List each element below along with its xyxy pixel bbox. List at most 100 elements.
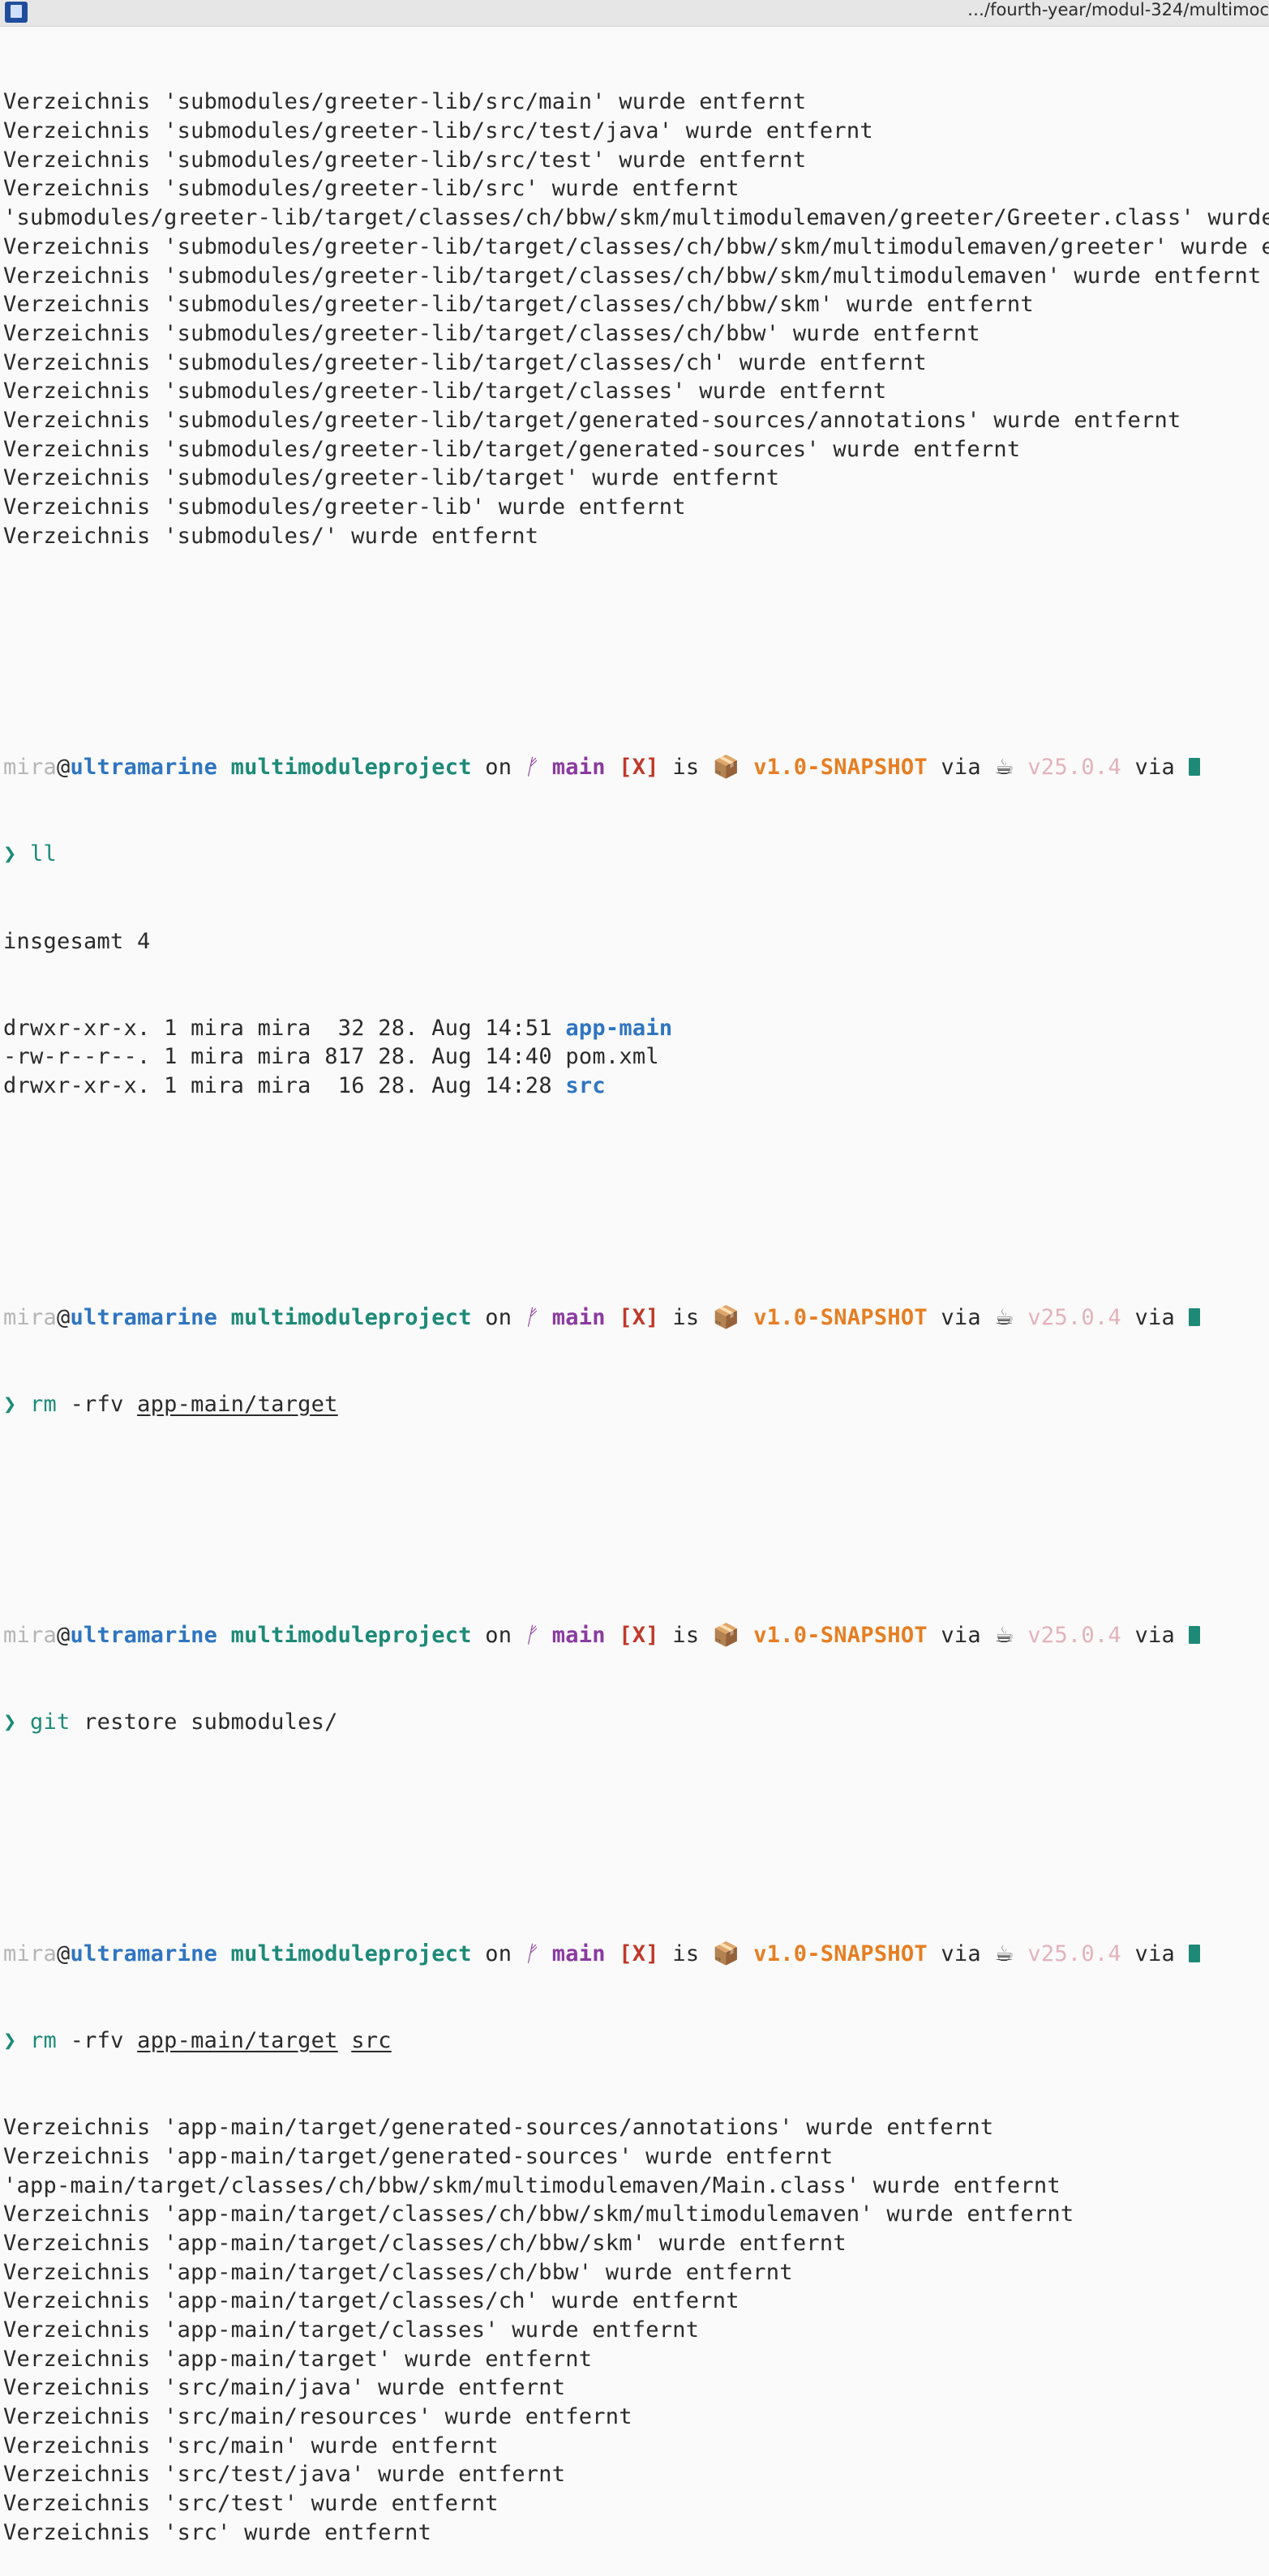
file-links: 1 [164, 1044, 178, 1070]
prompt-at: @ [57, 1304, 71, 1330]
file-group: mira [257, 1044, 311, 1070]
output-line: Verzeichnis 'submodules/greeter-lib/src/… [3, 147, 807, 173]
prompt-line: mira@ultramarine multimoduleproject on ᚠ… [3, 1621, 1269, 1650]
prompt-on: on [485, 1623, 512, 1649]
command-line: ❯ rm -rfv app-main/target src [3, 2026, 1269, 2056]
file-links: 1 [164, 1015, 178, 1041]
command-line: ❯ git restore submodules/ [3, 1708, 1269, 1737]
package-icon: 📦 [712, 1941, 740, 1966]
prompt-on: on [485, 1304, 512, 1330]
output-block-removed-submodules: Verzeichnis 'submodules/greeter-lib/src/… [3, 88, 1269, 550]
command-flags: -rfv [70, 1391, 124, 1417]
file-owner: mira [191, 1015, 245, 1041]
prompt-directory: multimoduleproject [230, 1941, 472, 1966]
prompt-arrow-icon: ❯ [3, 2028, 17, 2054]
prompt-git-status: [X] [619, 1623, 659, 1649]
output-line: Verzeichnis 'submodules/greeter-lib/src/… [3, 118, 873, 144]
prompt-line: mira@ultramarine multimoduleproject on ᚠ… [3, 1940, 1269, 1969]
file-date: 28. Aug 14:51 [378, 1015, 552, 1041]
command-path-arg: src [351, 2028, 392, 2054]
prompt-host: ultramarine [70, 1304, 218, 1330]
prompt-via: via [941, 755, 981, 781]
output-line: Verzeichnis 'src/main/java' wurde entfer… [3, 2375, 566, 2401]
output-line: 'app-main/target/classes/ch/bbw/skm/mult… [3, 2172, 1061, 2198]
file-links: 1 [164, 1072, 178, 1098]
prompt-user: mira [3, 1623, 58, 1649]
prompt-is: is [672, 755, 700, 781]
output-line: Verzeichnis 'submodules/greeter-lib/targ… [3, 465, 780, 491]
output-line: Verzeichnis 'submodules/greeter-lib/targ… [3, 379, 887, 404]
output-line: Verzeichnis 'submodules/greeter-lib/targ… [3, 320, 980, 346]
file-date: 28. Aug 14:40 [378, 1044, 552, 1070]
window-title: …/fourth-year/modul-324/multimoc [967, 0, 1269, 19]
output-line: Verzeichnis 'submodules/greeter-lib/targ… [3, 436, 1021, 462]
prompt-on: on [485, 755, 512, 781]
command-line: ❯ ll [3, 840, 1269, 869]
file-name[interactable]: src [565, 1073, 606, 1098]
prompt-package-version: v1.0-SNAPSHOT [753, 1304, 928, 1330]
output-line: Verzeichnis 'app-main/target/classes/ch/… [3, 2259, 793, 2285]
prompt-branch: main [551, 755, 606, 781]
file-name[interactable]: pom.xml [565, 1044, 659, 1069]
prompt-git-status: [X] [619, 755, 659, 781]
command-name: rm [30, 2028, 58, 2054]
output-line: Verzeichnis 'src/main' wurde entfernt [3, 2433, 499, 2458]
prompt-via: via [1134, 1304, 1175, 1330]
package-icon: 📦 [712, 755, 740, 781]
ll-row: drwxr-xr-x. 1 mira mira 16 28. Aug 14:28… [3, 1072, 1269, 1101]
prompt-via: via [941, 1941, 981, 1966]
output-line: Verzeichnis 'src/main/resources' wurde e… [3, 2404, 632, 2429]
prompt-arrow-icon: ❯ [3, 1709, 17, 1735]
output-line: Verzeichnis 'submodules/greeter-lib/targ… [3, 292, 1034, 318]
output-line: Verzeichnis 'submodules/greeter-lib/targ… [3, 349, 927, 375]
file-group: mira [257, 1015, 311, 1041]
command-name: rm [30, 1391, 58, 1417]
prompt-via: via [941, 1623, 981, 1649]
prompt-via: via [1134, 1623, 1175, 1649]
prompt-via: via [1134, 755, 1175, 781]
prompt-arrow-icon: ❯ [3, 1391, 17, 1417]
file-size: 16 [324, 1072, 365, 1098]
maven-icon [1188, 1307, 1200, 1326]
file-name[interactable]: app-main [565, 1016, 672, 1041]
output-line: Verzeichnis 'src/test' wurde entfernt [3, 2491, 499, 2517]
output-line: Verzeichnis 'app-main/target/classes/ch/… [3, 2230, 847, 2256]
prompt-via: via [1134, 1941, 1175, 1966]
file-owner: mira [191, 1044, 245, 1070]
maven-icon [1188, 1944, 1200, 1962]
output-line: Verzeichnis 'submodules/greeter-lib/targ… [3, 263, 1262, 289]
prompt-java-version: v25.0.4 [1027, 1941, 1121, 1966]
file-size: 32 [324, 1015, 365, 1041]
prompt-via: via [941, 1304, 981, 1330]
terminal-output[interactable]: Verzeichnis 'submodules/greeter-lib/src/… [3, 30, 1269, 2576]
output-line: Verzeichnis 'submodules/greeter-lib' wur… [3, 494, 686, 520]
prompt-user: mira [3, 1304, 58, 1330]
git-branch-icon: ᚠ [522, 1304, 542, 1330]
output-line: Verzeichnis 'submodules/greeter-lib/targ… [3, 233, 1269, 259]
prompt-at: @ [57, 1623, 71, 1649]
git-branch-icon: ᚠ [522, 1623, 542, 1649]
command-args: restore submodules/ [84, 1709, 338, 1735]
window-titlebar[interactable]: …/fourth-year/modul-324/multimoc [0, 0, 1269, 27]
output-line: Verzeichnis 'submodules/' wurde entfernt [3, 523, 539, 549]
prompt-branch: main [551, 1941, 606, 1966]
output-line: Verzeichnis 'submodules/greeter-lib/src/… [3, 89, 807, 115]
terminal-app-icon [5, 2, 28, 23]
prompt-package-version: v1.0-SNAPSHOT [753, 1941, 928, 1966]
prompt-host: ultramarine [70, 755, 218, 781]
prompt-line: mira@ultramarine multimoduleproject on ᚠ… [3, 753, 1269, 782]
prompt-java-version: v25.0.4 [1027, 755, 1121, 781]
file-permissions: drwxr-xr-x. [3, 1015, 151, 1041]
file-permissions: -rw-r--r--. [3, 1044, 151, 1070]
file-group: mira [257, 1072, 311, 1098]
ll-total: insgesamt 4 [3, 928, 151, 954]
prompt-java-version: v25.0.4 [1027, 1623, 1121, 1649]
output-line: Verzeichnis 'app-main/target' wurde entf… [3, 2346, 593, 2372]
file-date: 28. Aug 14:28 [378, 1072, 552, 1098]
java-icon: ☕ [994, 1623, 1014, 1649]
output-line: Verzeichnis 'app-main/target/classes/ch/… [3, 2202, 1074, 2227]
command-flags: -rfv [70, 2028, 124, 2054]
